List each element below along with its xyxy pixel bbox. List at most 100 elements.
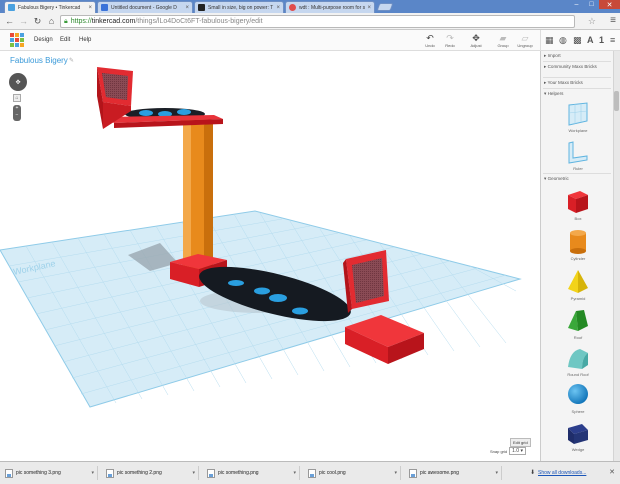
shape-sphere[interactable]: Sphere: [545, 380, 611, 414]
download-filename: pic cool.png: [319, 470, 346, 476]
number-tool-icon[interactable]: 1: [599, 35, 604, 45]
ungroup-label: Ungroup: [517, 43, 533, 48]
browser-tab-strip: Fabulous Bigery • Tinkercad × Untitled d…: [0, 0, 620, 13]
blue-dot: [177, 109, 191, 115]
close-icon[interactable]: ×: [185, 5, 189, 11]
tinkercad-toolbar: Design Edit Help ↶ Undo ↷ Redo ✥ Adjust …: [0, 30, 540, 51]
scroll-thumb[interactable]: [614, 91, 619, 111]
new-tab-button[interactable]: [376, 3, 394, 11]
shapes-icon[interactable]: ◍: [559, 35, 567, 46]
shape-label: Cylinder: [570, 256, 586, 261]
download-filename: pic something 2.png: [117, 470, 162, 476]
ruler-icon: [568, 141, 588, 164]
edit-title-icon[interactable]: ✎: [69, 57, 74, 64]
shape-label: Ruler: [573, 166, 583, 171]
undo-button[interactable]: ↶ Undo: [421, 34, 439, 49]
wedge-icon: [568, 424, 588, 444]
close-icon[interactable]: ×: [276, 5, 280, 11]
url-input[interactable]: 🔒︎ https:// tinkercad.com /things/lLo4Do…: [60, 15, 575, 28]
tab-title: Small in size, big on power: T: [208, 4, 274, 11]
3d-scene[interactable]: Workplane: [0, 51, 540, 461]
download-item[interactable]: pic something 3.png ▾: [2, 466, 98, 480]
section-community-bricks[interactable]: ▸ Community Maxx Bricks: [544, 64, 604, 70]
group-button[interactable]: ▰ Group: [494, 34, 512, 49]
zoom-in-icon[interactable]: +: [16, 105, 19, 111]
panel-scrollbar[interactable]: [613, 51, 620, 461]
download-item[interactable]: pic awesome.png ▾: [406, 466, 502, 480]
zoom-control[interactable]: + −: [13, 105, 21, 121]
back-icon[interactable]: ←: [4, 16, 15, 27]
zoom-out-icon[interactable]: −: [16, 112, 19, 118]
tab-tinkercad[interactable]: Fabulous Bigery • Tinkercad ×: [4, 1, 96, 13]
shape-label: Box: [574, 216, 582, 221]
shape-ruler[interactable]: Ruler: [545, 139, 611, 171]
minimize-icon[interactable]: –: [569, 0, 584, 9]
design-title[interactable]: Fabulous Bigery: [10, 56, 68, 65]
adjust-button[interactable]: ✥ Adjust: [467, 34, 485, 49]
download-item[interactable]: pic something 2.png ▾: [103, 466, 199, 480]
window-controls: – □ ✕: [569, 0, 620, 9]
bricks-icon[interactable]: ▩: [573, 35, 582, 46]
cylinder-icon: [570, 230, 586, 254]
chevron-down-icon[interactable]: ▾: [495, 470, 498, 476]
section-geometric[interactable]: ▾ Geometric: [544, 176, 569, 182]
edit-grid-button[interactable]: Edit grid: [510, 438, 531, 447]
3d-workspace[interactable]: Workplane Fabulous Bigery ✎ ✥ ⌂ + − Edit…: [0, 51, 540, 461]
shape-workplane[interactable]: Workplane: [545, 101, 611, 133]
article-favicon-icon: [198, 4, 205, 11]
section-your-bricks[interactable]: ▸ Your Maxx Bricks: [544, 80, 583, 86]
download-item[interactable]: pic something.png ▾: [204, 466, 300, 480]
close-icon[interactable]: ✕: [609, 468, 615, 476]
download-item[interactable]: pic cool.png ▾: [305, 466, 401, 480]
snap-grid-select[interactable]: 1.0 ▾: [509, 447, 526, 455]
section-helpers[interactable]: ▾ Helpers: [544, 91, 563, 97]
docs-favicon-icon: [101, 4, 108, 11]
home-view-icon[interactable]: ⌂: [13, 94, 21, 102]
shape-pyramid[interactable]: Pyramid: [545, 267, 611, 301]
shape-round-roof[interactable]: Round Roof: [545, 343, 611, 377]
redo-button[interactable]: ↷ Redo: [441, 34, 459, 49]
section-import[interactable]: ▸ Import: [544, 53, 561, 59]
close-icon[interactable]: ×: [88, 5, 92, 11]
chevron-down-icon[interactable]: ▾: [91, 470, 94, 476]
chevron-down-icon[interactable]: ▾: [192, 470, 195, 476]
download-filename: pic awesome.png: [420, 470, 459, 476]
shape-box[interactable]: Box: [545, 187, 611, 221]
forward-icon[interactable]: →: [18, 16, 29, 27]
divider: [543, 61, 611, 62]
grid-view-icon[interactable]: ▦: [545, 35, 554, 46]
url-host: tinkercad.com: [91, 18, 136, 25]
reload-icon[interactable]: ↻: [32, 16, 43, 27]
shape-roof[interactable]: Roof: [545, 306, 611, 340]
shape-label: Pyramid: [570, 296, 586, 301]
shape-wedge[interactable]: Wedge: [545, 418, 611, 452]
download-shelf: pic something 3.png ▾ pic something 2.pn…: [0, 461, 620, 484]
shape-label: Sphere: [571, 409, 585, 414]
menu-help[interactable]: Help: [79, 37, 91, 43]
orbit-control[interactable]: ✥: [9, 73, 27, 91]
shape-cylinder[interactable]: Cylinder: [545, 227, 611, 261]
maximize-icon[interactable]: □: [584, 0, 599, 9]
chrome-menu-icon[interactable]: ≡: [610, 15, 616, 26]
box-icon: [568, 191, 588, 213]
chevron-down-icon[interactable]: ▾: [394, 470, 397, 476]
tab-article[interactable]: Small in size, big on power: T ×: [194, 1, 284, 13]
image-file-icon: [308, 468, 316, 478]
text-tool-icon[interactable]: A: [587, 35, 594, 45]
window-close-icon[interactable]: ✕: [599, 0, 620, 9]
close-icon[interactable]: ×: [367, 5, 371, 11]
tab-google-docs[interactable]: Untitled document - Google D ×: [97, 1, 193, 13]
tinkercad-logo[interactable]: [10, 33, 24, 47]
url-scheme: https://: [70, 18, 92, 25]
show-all-downloads-link[interactable]: Show all downloads...: [538, 470, 586, 476]
bookmark-star-icon[interactable]: ☆: [588, 16, 596, 27]
chevron-down-icon[interactable]: ▾: [293, 470, 296, 476]
menu-design[interactable]: Design: [34, 37, 53, 43]
more-icon[interactable]: ≡: [610, 35, 615, 45]
blue-dot: [269, 294, 287, 302]
ungroup-button[interactable]: ▱ Ungroup: [516, 34, 534, 49]
download-filename: pic something.png: [218, 470, 259, 476]
home-icon[interactable]: ⌂: [46, 16, 57, 27]
menu-edit[interactable]: Edit: [60, 37, 70, 43]
tab-wdt[interactable]: wdt : Multi-purpose room for s ×: [285, 1, 375, 13]
